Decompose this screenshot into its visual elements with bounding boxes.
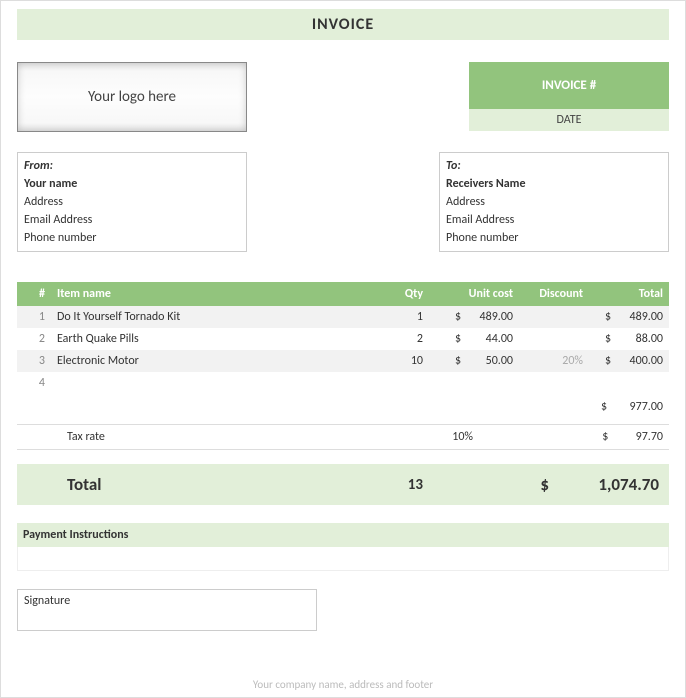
table-row: 3Electronic Motor10$50.0020%$400.00 [17,350,669,372]
tax-row: Tax rate 10% $ 97.70 [17,424,669,450]
items-table: # Item name Qty Unit cost Discount Total… [17,282,669,394]
table-header-row: # Item name Qty Unit cost Discount Total [17,282,669,306]
subtotal-currency: $ [601,400,613,414]
grand-total-label: Total [23,474,323,495]
tax-label: Tax rate [23,430,323,444]
invoice-date-label: DATE [469,109,669,131]
top-row: Your logo here INVOICE # DATE [17,62,669,132]
address-row: From: Your name Address Email Address Ph… [17,152,669,252]
grand-total-row: Total 13 $ 1,074.70 [17,464,669,505]
from-header: From: [24,157,240,175]
to-address: Address [446,193,662,211]
footer-text: Your company name, address and footer [1,678,685,691]
signature-label: Signature [24,594,70,608]
payment-instructions-header: Payment Instructions [17,523,669,547]
subtotal-row: $ 977.00 [17,394,669,424]
invoice-page: INVOICE Your logo here INVOICE # DATE Fr… [0,0,686,698]
invoice-meta: INVOICE # DATE [469,62,669,132]
to-email: Email Address [446,211,662,229]
items-body: 1Do It Yourself Tornado Kit1$489.00$489.… [17,306,669,394]
page-title: INVOICE [17,9,669,40]
col-num: # [17,282,51,306]
table-row: 1Do It Yourself Tornado Kit1$489.00$489.… [17,306,669,328]
to-phone: Phone number [446,229,662,247]
from-address: Address [24,193,240,211]
grand-total-qty: 13 [323,476,423,494]
grand-total-amount: 1,074.70 [549,474,663,495]
from-email: Email Address [24,211,240,229]
to-header: To: [446,157,662,175]
col-unit: Unit cost [429,282,519,306]
table-row: 4 [17,372,669,394]
from-name: Your name [24,175,240,193]
tax-rate: 10% [323,430,583,444]
table-row: 2Earth Quake Pills2$44.00$88.00 [17,328,669,350]
col-discount: Discount [519,282,589,306]
tax-currency: $ [602,430,614,444]
from-phone: Phone number [24,229,240,247]
tax-amount: 97.70 [617,430,663,444]
grand-total-currency: $ [519,474,549,495]
to-name: Receivers Name [446,175,662,193]
col-item: Item name [51,282,379,306]
subtotal-amount: 977.00 [613,400,663,414]
signature-box[interactable]: Signature [17,589,317,631]
payment-instructions-body[interactable] [17,547,669,571]
tax-amount-cell: $ 97.70 [583,430,663,444]
to-block: To: Receivers Name Address Email Address… [439,152,669,252]
logo-placeholder[interactable]: Your logo here [17,62,247,132]
col-total: Total [589,282,669,306]
col-qty: Qty [379,282,429,306]
invoice-number-label: INVOICE # [469,62,669,109]
from-block: From: Your name Address Email Address Ph… [17,152,247,252]
